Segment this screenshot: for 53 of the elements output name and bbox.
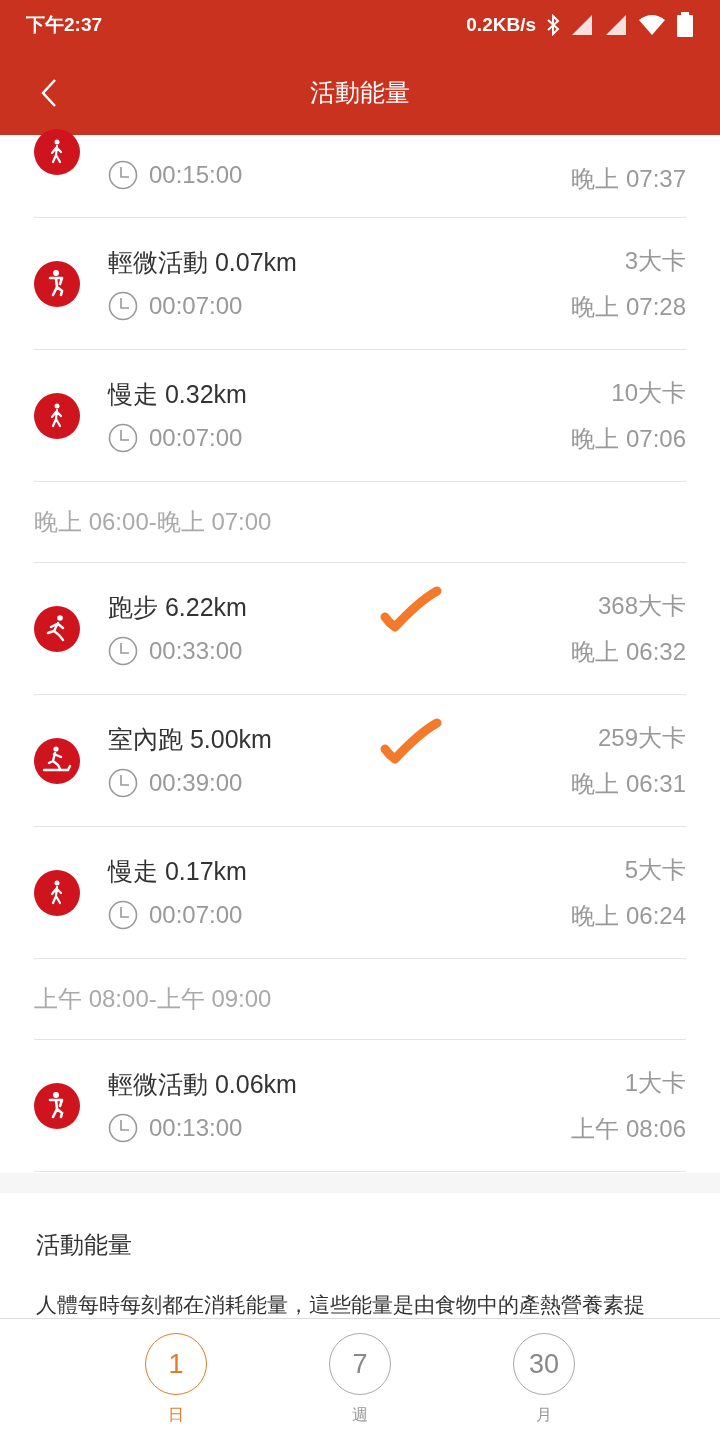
activity-time: 上午 08:06 — [571, 1113, 686, 1144]
activity-duration: 00:33:00 — [149, 637, 243, 665]
activity-duration: 00:15:00 — [149, 161, 243, 189]
activity-icon — [34, 129, 80, 175]
calories: 3大卡 — [624, 245, 686, 276]
activity-time: 晚上 07:28 — [571, 291, 686, 322]
activity-duration: 00:39:00 — [149, 769, 243, 797]
network-speed: 0.2KB/s — [466, 14, 536, 36]
time-range-heading: 上午 08:00-上午 09:00 — [34, 984, 272, 1014]
activity-title: 跑步 6.22km — [108, 592, 248, 623]
activity-time: 晚上 07:06 — [571, 423, 686, 454]
activity-icon — [34, 737, 80, 784]
activity-title: 輕微活動 0.06km — [108, 1069, 298, 1100]
status-time: 下午2:37 — [26, 13, 103, 37]
clock-icon — [108, 160, 138, 190]
activity-duration: 00:13:00 — [149, 1114, 243, 1142]
info-text: 人體每時每刻都在消耗能量，這些能量是由食物中的產熱營養素提 — [36, 1292, 646, 1318]
activity-icon — [34, 869, 80, 916]
signal-icon — [570, 14, 594, 36]
page-title: 活動能量 — [310, 77, 410, 108]
calories: 368大卡 — [597, 590, 686, 621]
signal-icon — [604, 14, 628, 36]
calories: 259大卡 — [597, 722, 686, 753]
bluetooth-icon — [546, 14, 560, 36]
activity-time: 晚上 06:31 — [571, 768, 686, 799]
clock-icon — [108, 636, 138, 666]
time-range-heading: 晚上 06:00-晚上 07:00 — [34, 507, 272, 537]
activity-time: 晚上 06:32 — [571, 636, 686, 667]
activity-icon — [34, 260, 80, 307]
back-icon[interactable] — [40, 78, 58, 108]
clock-icon — [108, 291, 138, 321]
activity-title: 室內跑 5.00km — [108, 724, 273, 755]
activity-duration: 00:07:00 — [149, 424, 243, 452]
calories: 5大卡 — [624, 854, 686, 885]
calories: 1大卡 — [624, 1067, 686, 1098]
activity-icon — [34, 1082, 80, 1129]
activity-time: 晚上 07:37 — [571, 164, 686, 194]
activity-icon — [34, 605, 80, 652]
info-title: 活動能量 — [36, 1230, 133, 1260]
clock-icon — [108, 900, 138, 930]
clock-icon — [108, 768, 138, 798]
activity-duration: 00:07:00 — [149, 292, 243, 320]
activity-time: 晚上 06:24 — [571, 900, 686, 931]
clock-icon — [108, 1113, 138, 1143]
activity-title: 慢走 0.17km — [108, 856, 248, 887]
clock-icon — [108, 423, 138, 453]
activity-title: 慢走 0.32km — [108, 379, 248, 410]
battery-icon — [676, 12, 694, 38]
wifi-icon — [638, 14, 666, 36]
activity-title: 輕微活動 0.07km — [108, 247, 298, 278]
activity-icon — [34, 392, 80, 439]
calories: 10大卡 — [611, 377, 686, 408]
activity-duration: 00:07:00 — [149, 901, 243, 929]
